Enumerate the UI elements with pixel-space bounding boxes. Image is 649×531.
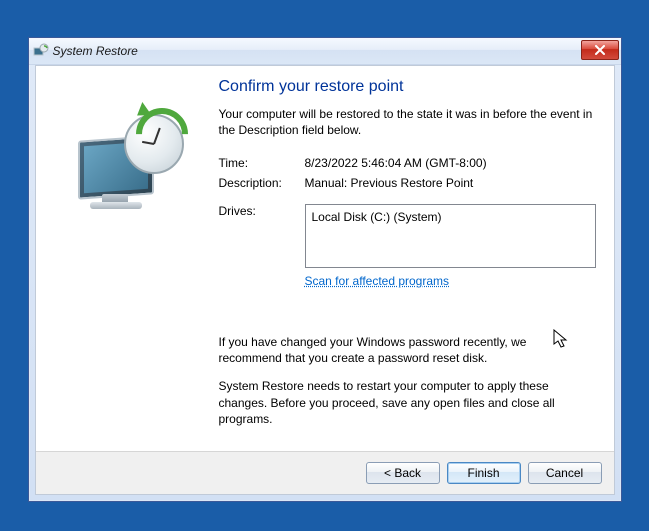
restart-note: System Restore needs to restart your com… bbox=[219, 378, 590, 427]
restore-graphic-icon bbox=[76, 108, 186, 218]
description-label: Description: bbox=[219, 176, 299, 190]
password-note: If you have changed your Windows passwor… bbox=[219, 334, 590, 366]
time-label: Time: bbox=[219, 156, 299, 170]
button-bar: < Back Finish Cancel bbox=[36, 451, 614, 494]
scan-affected-programs-link[interactable]: Scan for affected programs bbox=[305, 274, 596, 288]
system-restore-icon bbox=[33, 43, 49, 59]
list-item[interactable]: Local Disk (C:) (System) bbox=[312, 210, 589, 224]
footer-notes: If you have changed your Windows passwor… bbox=[219, 334, 596, 439]
titlebar: System Restore bbox=[29, 38, 621, 65]
drives-listbox[interactable]: Local Disk (C:) (System) bbox=[305, 204, 596, 268]
sidebar-graphic bbox=[44, 78, 219, 451]
close-icon bbox=[594, 45, 606, 55]
client-area: Confirm your restore point Your computer… bbox=[35, 65, 615, 495]
finish-button[interactable]: Finish bbox=[447, 462, 521, 484]
description-value: Manual: Previous Restore Point bbox=[305, 176, 596, 190]
cancel-button[interactable]: Cancel bbox=[528, 462, 602, 484]
time-value: 8/23/2022 5:46:04 AM (GMT-8:00) bbox=[305, 156, 596, 170]
window-title: System Restore bbox=[53, 44, 138, 58]
back-button[interactable]: < Back bbox=[366, 462, 440, 484]
page-subtext: Your computer will be restored to the st… bbox=[219, 106, 596, 138]
drives-label: Drives: bbox=[219, 204, 299, 268]
system-restore-window: System Restore Confirm your restore poin… bbox=[28, 37, 622, 502]
close-button[interactable] bbox=[581, 40, 619, 60]
page-heading: Confirm your restore point bbox=[219, 78, 596, 96]
